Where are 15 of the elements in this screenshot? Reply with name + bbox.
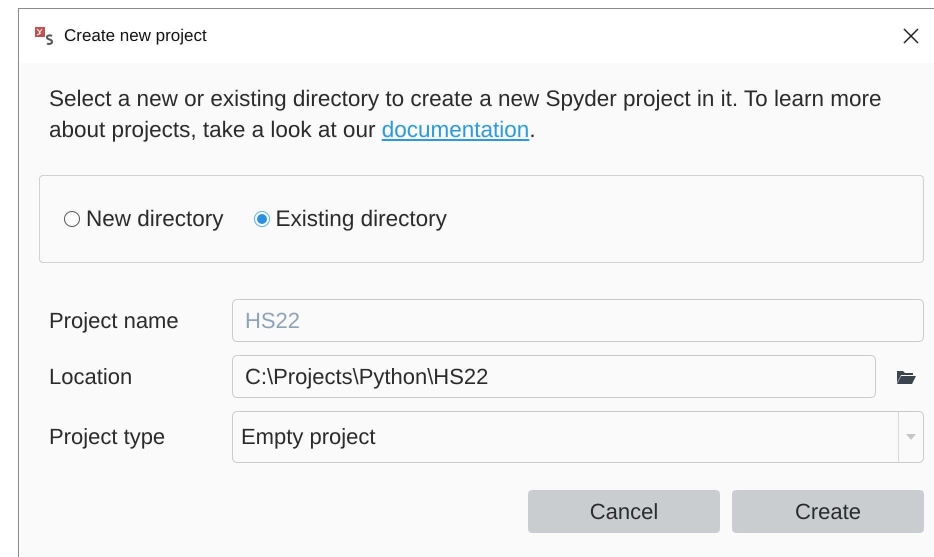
description-text: Select a new or existing directory to create a new Spyder project in it. To learn more about projects, take a look at our documentation. bbox=[49, 85, 882, 144]
close-icon[interactable] bbox=[902, 27, 920, 45]
radio-button[interactable]: Existing directory bbox=[254, 206, 447, 232]
field-label: Location bbox=[49, 364, 134, 390]
field-label: Project name bbox=[49, 308, 180, 334]
project-type-dropdown[interactable]: Empty project bbox=[232, 411, 924, 463]
folder-icon[interactable] bbox=[896, 368, 916, 384]
app-logo-icon bbox=[35, 26, 54, 46]
radio-button[interactable]: New directory bbox=[64, 206, 224, 232]
window-title: Create new project bbox=[64, 26, 208, 46]
location-field[interactable]: C:\Projects\Python\HS22 bbox=[232, 355, 876, 398]
create-button[interactable]: Create bbox=[732, 490, 924, 533]
dropdown-arrow-icon bbox=[906, 434, 916, 440]
cancel-button[interactable]: Cancel bbox=[528, 490, 720, 533]
field-label: Project type bbox=[49, 424, 166, 450]
